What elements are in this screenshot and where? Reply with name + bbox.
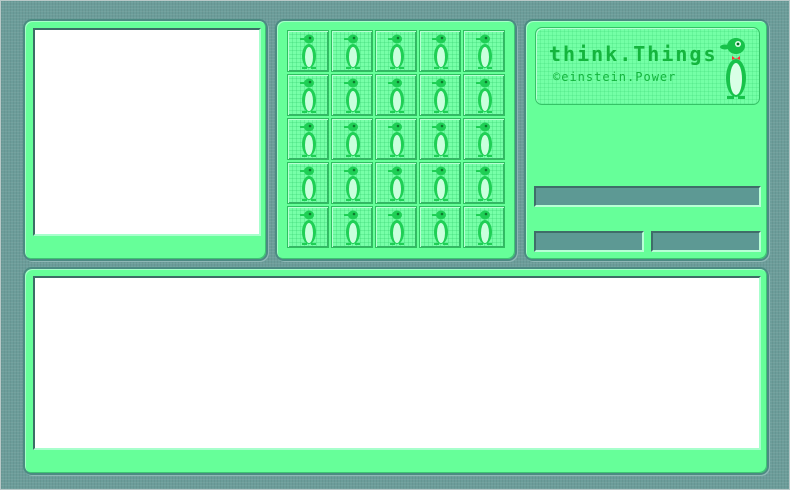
palette-tile[interactable] [419, 118, 461, 160]
penguin-icon [300, 122, 316, 157]
penguin-icon [344, 210, 360, 245]
palette-tile[interactable] [419, 74, 461, 116]
palette-tile[interactable] [375, 30, 417, 72]
penguin-icon [300, 210, 316, 245]
palette-tile[interactable] [331, 74, 373, 116]
penguin-icon [432, 210, 448, 245]
preview-screen[interactable] [33, 28, 261, 236]
logo-box: think.Things ©einstein.Power [535, 27, 760, 105]
palette-tile[interactable] [375, 206, 417, 248]
left-action-button[interactable] [534, 231, 644, 252]
palette-tile[interactable] [419, 206, 461, 248]
palette-tile[interactable] [331, 30, 373, 72]
thing-palette-panel [275, 19, 517, 261]
penguin-icon [344, 78, 360, 113]
penguin-icon [432, 78, 448, 113]
penguin-icon [300, 34, 316, 69]
penguin-icon [344, 122, 360, 157]
penguin-icon [432, 166, 448, 201]
palette-tile[interactable] [463, 74, 505, 116]
output-screen[interactable] [33, 276, 761, 450]
palette-tile[interactable] [331, 162, 373, 204]
palette-tile[interactable] [463, 206, 505, 248]
penguin-icon [476, 34, 492, 69]
penguin-logo-icon [720, 38, 746, 99]
palette-tile[interactable] [287, 162, 329, 204]
preview-panel [23, 19, 268, 261]
penguin-icon [476, 210, 492, 245]
penguin-icon [476, 166, 492, 201]
penguin-icon [300, 78, 316, 113]
palette-tile[interactable] [287, 206, 329, 248]
palette-tile[interactable] [287, 74, 329, 116]
palette-tile[interactable] [375, 74, 417, 116]
penguin-icon [476, 78, 492, 113]
thing-palette-grid [287, 30, 505, 248]
info-panel: think.Things ©einstein.Power [524, 19, 769, 261]
penguin-icon [344, 34, 360, 69]
palette-tile[interactable] [287, 118, 329, 160]
palette-tile[interactable] [287, 30, 329, 72]
penguin-icon [432, 122, 448, 157]
output-panel [23, 267, 769, 475]
logo-title: think.Things [549, 42, 718, 66]
palette-tile[interactable] [463, 162, 505, 204]
logo-subtitle: ©einstein.Power [553, 70, 677, 84]
palette-tile[interactable] [463, 118, 505, 160]
palette-tile[interactable] [419, 30, 461, 72]
penguin-icon [476, 122, 492, 157]
app-window: think.Things ©einstein.Power [0, 0, 790, 490]
penguin-icon [388, 34, 404, 69]
penguin-icon [344, 166, 360, 201]
status-field[interactable] [534, 186, 761, 207]
palette-tile[interactable] [331, 118, 373, 160]
penguin-icon [432, 34, 448, 69]
penguin-icon [300, 166, 316, 201]
right-action-button[interactable] [651, 231, 761, 252]
penguin-icon [388, 166, 404, 201]
palette-tile[interactable] [419, 162, 461, 204]
palette-tile[interactable] [375, 118, 417, 160]
penguin-icon [388, 210, 404, 245]
palette-tile[interactable] [463, 30, 505, 72]
palette-tile[interactable] [331, 206, 373, 248]
penguin-icon [388, 78, 404, 113]
penguin-icon [388, 122, 404, 157]
palette-tile[interactable] [375, 162, 417, 204]
